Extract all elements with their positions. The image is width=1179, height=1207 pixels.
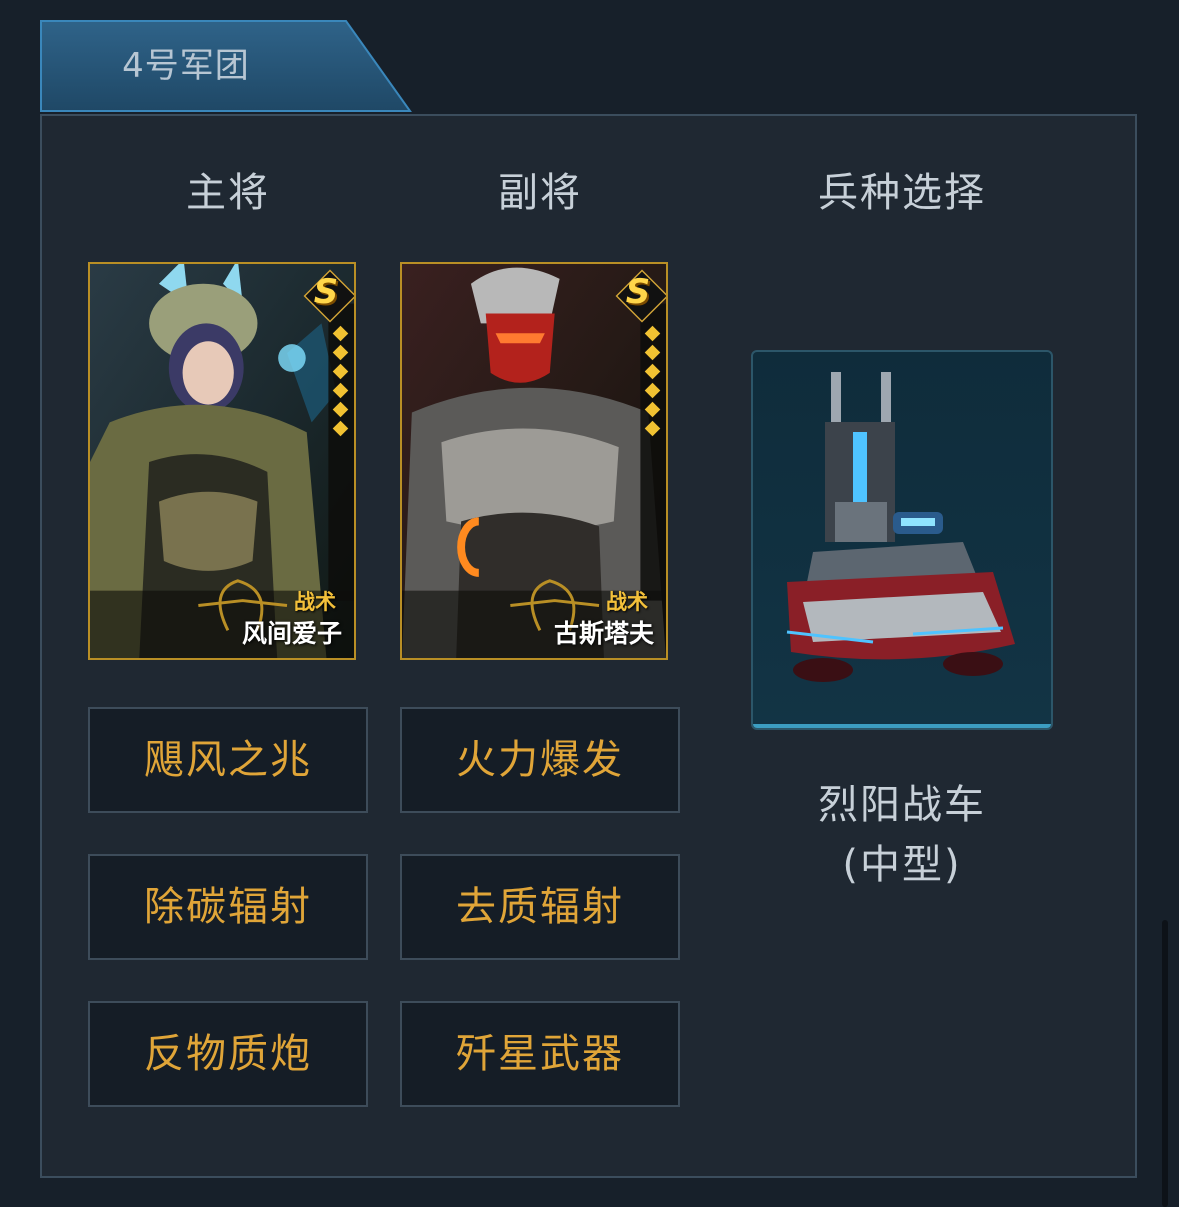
card-type-label: 战术 xyxy=(294,590,336,614)
card-name-label: 古斯塔夫 xyxy=(553,619,654,648)
star-icon xyxy=(644,344,660,361)
card-name-label: 风间爱子 xyxy=(241,619,342,648)
tab-label: 4号军团 xyxy=(122,46,250,86)
star-icon xyxy=(332,344,348,361)
star-icon xyxy=(644,363,660,380)
unit-size: (中型) xyxy=(842,842,962,888)
card-type-label: 战术 xyxy=(606,590,648,614)
star-icon xyxy=(332,382,348,399)
main-skill-2[interactable]: 除碳辐射 xyxy=(88,854,368,960)
rank-s-icon: S xyxy=(313,272,339,312)
scrollbar-thumb[interactable] xyxy=(1162,920,1168,1207)
legion-tab[interactable]: 4号军团 xyxy=(40,20,412,112)
vice-skill-2[interactable]: 去质辐射 xyxy=(400,854,680,960)
star-rating xyxy=(328,325,352,437)
star-icon xyxy=(332,363,348,380)
main-skill-3[interactable]: 反物质炮 xyxy=(88,1001,368,1107)
star-icon xyxy=(644,420,660,437)
vice-general-card[interactable]: S 战术 古斯塔夫 xyxy=(400,262,668,660)
unit-select-title: 兵种选择 xyxy=(818,170,986,216)
vice-general-title: 副将 xyxy=(498,170,582,216)
star-icon xyxy=(332,401,348,418)
war-chariot-icon xyxy=(786,372,1015,682)
star-rating xyxy=(640,325,664,437)
star-icon xyxy=(644,401,660,418)
main-general-card[interactable]: S 战术 风间爱子 xyxy=(88,262,356,660)
unit-name: 烈阳战车 xyxy=(818,782,986,828)
star-icon xyxy=(332,325,348,342)
star-icon xyxy=(332,420,348,437)
rank-s-icon: S xyxy=(625,272,651,312)
main-general-title: 主将 xyxy=(186,170,270,216)
star-icon xyxy=(644,382,660,399)
unit-select-button[interactable] xyxy=(751,350,1053,730)
star-icon xyxy=(644,325,660,342)
main-skill-1[interactable]: 飓风之兆 xyxy=(88,707,368,813)
vice-skill-1[interactable]: 火力爆发 xyxy=(400,707,680,813)
vice-skill-3[interactable]: 歼星武器 xyxy=(400,1001,680,1107)
